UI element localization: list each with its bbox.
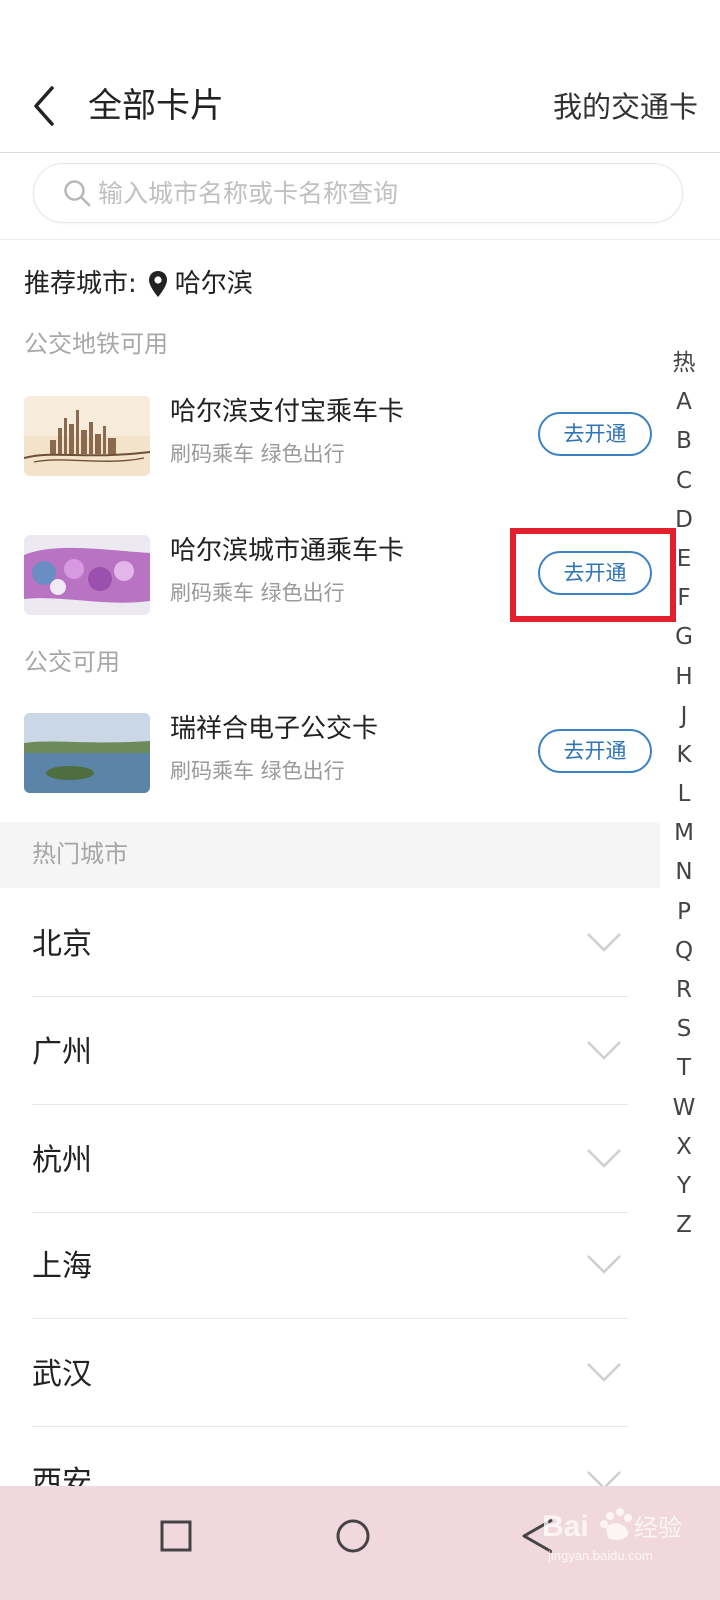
highlight-annotation-box xyxy=(510,528,676,622)
index-letter[interactable]: P xyxy=(662,893,706,932)
circle-icon[interactable] xyxy=(323,1508,383,1568)
city-name: 广州 xyxy=(32,1035,92,1070)
card-subtitle: 刷码乘车 绿色出行 xyxy=(170,581,345,605)
city-row-wuhan[interactable]: 武汉 xyxy=(32,1319,628,1427)
recommended-city-label: 推荐城市: xyxy=(24,269,137,299)
back-button[interactable] xyxy=(26,82,66,130)
chevron-down-icon xyxy=(587,1255,621,1274)
index-letter[interactable]: A xyxy=(662,383,706,422)
chevron-down-icon xyxy=(587,1149,621,1168)
index-letter[interactable]: S xyxy=(662,1010,706,1049)
card-name: 哈尔滨城市通乘车卡 xyxy=(170,536,405,566)
chevron-down-icon xyxy=(587,1363,621,1382)
activate-button[interactable]: 去开通 xyxy=(538,412,652,456)
city-row-hangzhou[interactable]: 杭州 xyxy=(32,1105,628,1213)
system-navigation-bar: Bai 经验 jingyan.baidu.com xyxy=(0,1486,720,1600)
location-pin-icon xyxy=(148,271,167,297)
city-name: 杭州 xyxy=(32,1143,92,1178)
card-subtitle: 刷码乘车 绿色出行 xyxy=(170,442,345,466)
index-letter[interactable]: T xyxy=(662,1049,706,1088)
city-row-beijing[interactable]: 北京 xyxy=(32,889,628,997)
card-thumbnail xyxy=(24,535,150,615)
city-name: 上海 xyxy=(32,1249,92,1284)
my-transit-cards-link[interactable]: 我的交通卡 xyxy=(553,82,698,132)
city-row-shanghai[interactable]: 上海 xyxy=(32,1211,628,1319)
index-letter[interactable]: M xyxy=(662,814,706,853)
search-input[interactable] xyxy=(98,174,658,212)
chevron-down-icon xyxy=(587,933,621,952)
index-letter[interactable]: Z xyxy=(662,1206,706,1245)
recommended-city: 推荐城市: 哈尔滨 xyxy=(24,264,253,304)
square-icon[interactable] xyxy=(146,1508,206,1568)
index-letter[interactable]: Y xyxy=(662,1167,706,1206)
alphabet-index-bar[interactable]: 热 A B C D E F G H J K L M N P Q R S T W … xyxy=(662,344,706,1245)
status-bar xyxy=(0,0,720,60)
index-hot[interactable]: 热 xyxy=(662,344,706,383)
index-letter[interactable]: J xyxy=(662,697,706,736)
card-thumbnail xyxy=(24,713,150,793)
index-letter[interactable]: Q xyxy=(662,932,706,971)
chevron-down-icon xyxy=(587,1041,621,1060)
baidu-watermark: Bai 经验 jingyan.baidu.com xyxy=(542,1504,702,1574)
card-thumbnail xyxy=(24,396,150,476)
card-item[interactable]: 瑞祥合电子公交卡 刷码乘车 绿色出行 去开通 xyxy=(0,713,660,813)
index-letter[interactable]: B xyxy=(662,422,706,461)
index-letter[interactable]: W xyxy=(662,1089,706,1128)
card-name: 哈尔滨支付宝乘车卡 xyxy=(170,397,405,427)
watermark-suffix: 经验 xyxy=(634,1514,682,1542)
index-letter[interactable]: C xyxy=(662,462,706,501)
index-letter[interactable]: H xyxy=(662,658,706,697)
index-letter[interactable]: N xyxy=(662,853,706,892)
search-box[interactable] xyxy=(33,163,683,223)
index-letter[interactable]: D xyxy=(662,501,706,540)
city-row-guangzhou[interactable]: 广州 xyxy=(32,997,628,1105)
hot-cities-label: 热门城市 xyxy=(32,840,128,868)
city-name: 武汉 xyxy=(32,1357,92,1392)
search-section xyxy=(0,153,720,240)
search-icon xyxy=(64,180,91,207)
activate-button[interactable]: 去开通 xyxy=(538,729,652,773)
index-letter[interactable]: K xyxy=(662,736,706,775)
section-bus-metro: 公交地铁可用 xyxy=(24,330,168,358)
index-letter[interactable]: X xyxy=(662,1128,706,1167)
hot-cities-header: 热门城市 xyxy=(0,822,660,888)
index-letter[interactable]: F xyxy=(662,579,706,618)
page-title: 全部卡片 xyxy=(88,86,224,126)
watermark-brand: Bai xyxy=(542,1510,589,1543)
top-app-bar: 全部卡片 我的交通卡 xyxy=(0,60,720,153)
card-subtitle: 刷码乘车 绿色出行 xyxy=(170,759,345,783)
index-letter[interactable]: L xyxy=(662,775,706,814)
city-name: 北京 xyxy=(32,927,92,962)
card-item[interactable]: 哈尔滨支付宝乘车卡 刷码乘车 绿色出行 去开通 xyxy=(0,396,660,496)
index-letter[interactable]: R xyxy=(662,971,706,1010)
recommended-city-name[interactable]: 哈尔滨 xyxy=(175,264,253,304)
index-letter[interactable]: E xyxy=(662,540,706,579)
watermark-domain: jingyan.baidu.com xyxy=(547,1548,653,1563)
card-name: 瑞祥合电子公交卡 xyxy=(170,714,379,744)
section-bus-only: 公交可用 xyxy=(24,648,120,676)
index-letter[interactable]: G xyxy=(662,618,706,657)
chevron-left-icon xyxy=(34,86,54,126)
